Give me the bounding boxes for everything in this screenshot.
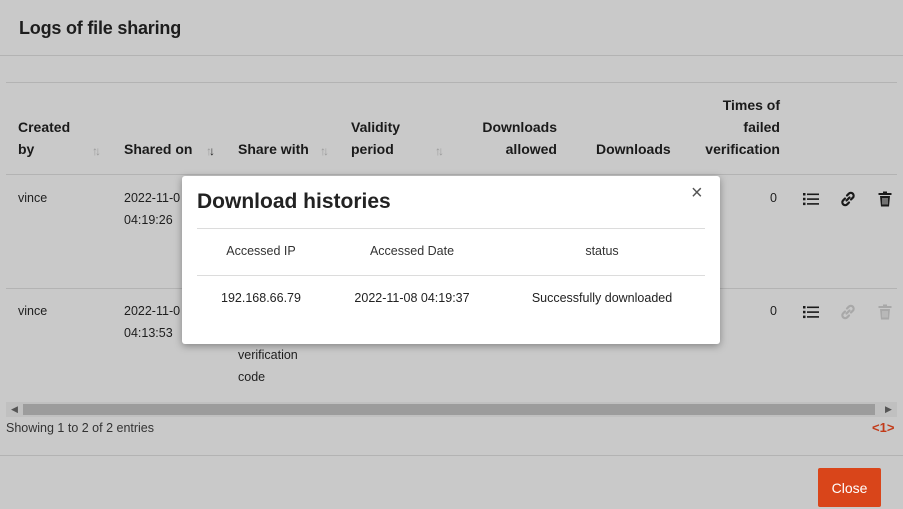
col-validity-period[interactable]: Validity period xyxy=(351,116,400,160)
footer-rule xyxy=(0,455,903,456)
row1-shared-on: 2022-11-0 04:19:26 xyxy=(124,187,180,231)
row2-failed-count: 0 xyxy=(770,304,777,318)
row1-failed-count: 0 xyxy=(770,191,777,205)
list-icon[interactable] xyxy=(803,191,819,207)
col-failed-line3: verification xyxy=(705,141,780,157)
col-shared-on[interactable]: Shared on xyxy=(124,138,192,160)
sort-arrows-icon[interactable]: ↑↓ xyxy=(435,144,444,158)
col-failed-verification[interactable]: Times of failed verification xyxy=(690,94,780,160)
sort-desc-icon[interactable]: ↑↓ xyxy=(206,144,215,158)
scroll-right-icon[interactable]: ▶ xyxy=(885,402,892,417)
col-created-by[interactable]: Created by xyxy=(18,116,70,160)
close-icon[interactable]: × xyxy=(691,182,703,204)
history-ip: 192.168.66.79 xyxy=(221,291,301,305)
pagination[interactable]: <1> xyxy=(872,420,894,435)
col-downloads-allowed-line2: allowed xyxy=(505,141,557,157)
col-failed-line1: Times of xyxy=(722,97,780,113)
row2-created-by: vince xyxy=(18,304,48,318)
link-icon-disabled xyxy=(840,304,856,320)
trash-icon[interactable] xyxy=(877,191,893,207)
row1-shared-time: 04:19:26 xyxy=(124,213,173,227)
col-validity-line1: Validity xyxy=(351,119,401,135)
col-failed-line2: failed xyxy=(743,119,780,135)
dialog-title-rule xyxy=(197,228,705,229)
col-created-by-line2: by xyxy=(18,141,35,157)
scroll-thumb[interactable] xyxy=(23,404,875,415)
row1-created-by: vince xyxy=(18,191,48,205)
scroll-left-icon[interactable]: ◀ xyxy=(11,402,18,417)
trash-icon-disabled xyxy=(877,304,893,320)
col-status: status xyxy=(585,244,619,258)
dialog-title: Download histories xyxy=(197,190,391,213)
col-share-with[interactable]: Share with xyxy=(238,138,309,160)
col-downloads[interactable]: Downloads xyxy=(596,138,671,160)
header-bottom-rule xyxy=(6,174,897,175)
row2-share-with-line1: verification xyxy=(238,348,298,362)
dialog-header-rule xyxy=(197,275,705,276)
col-accessed-date: Accessed Date xyxy=(369,244,455,258)
col-downloads-allowed-line1: Downloads xyxy=(482,119,557,135)
col-created-by-line1: Created xyxy=(18,119,71,135)
col-downloads-allowed[interactable]: Downloads allowed xyxy=(470,116,557,160)
sort-arrows-icon[interactable]: ↑↓ xyxy=(92,144,101,158)
close-button[interactable]: Close xyxy=(818,468,881,507)
link-icon[interactable] xyxy=(840,191,856,207)
row2-share-with-line2: code xyxy=(238,370,266,384)
col-validity-line2: period xyxy=(351,141,394,157)
entries-info: Showing 1 to 2 of 2 entries xyxy=(6,421,155,435)
table-top-rule xyxy=(6,82,897,83)
row2-shared-on: 2022-11-0 04:13:53 xyxy=(124,300,180,344)
history-date: 2022-11-08 04:19:37 xyxy=(354,291,470,305)
col-accessed-ip: Accessed IP xyxy=(226,244,296,258)
download-histories-dialog: Download histories × Accessed IP Accesse… xyxy=(182,176,720,344)
row1-shared-date: 2022-11-0 xyxy=(124,191,181,205)
row2-share-with: verification code xyxy=(238,344,298,388)
horizontal-scrollbar[interactable]: ◀ ▶ xyxy=(6,402,897,417)
list-icon[interactable] xyxy=(803,304,819,320)
modal-title: Logs of file sharing xyxy=(19,18,182,38)
row2-shared-date: 2022-11-0 xyxy=(124,304,181,318)
modal-header: Logs of file sharing xyxy=(0,0,903,56)
history-status: Successfully downloaded xyxy=(531,291,673,305)
sort-arrows-icon[interactable]: ↑↓ xyxy=(320,144,329,158)
row2-shared-time: 04:13:53 xyxy=(124,326,173,340)
